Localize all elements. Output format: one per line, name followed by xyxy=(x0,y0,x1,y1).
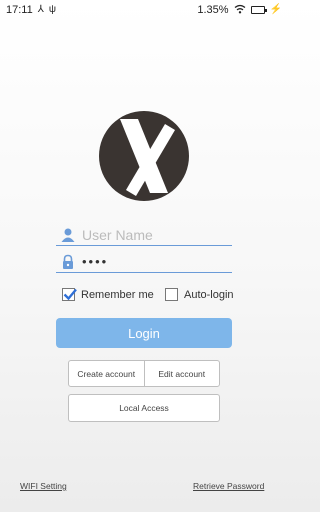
account-button-group: Create account Edit account xyxy=(68,360,220,387)
local-access-button[interactable]: Local Access xyxy=(68,394,220,422)
auto-login-checkbox[interactable]: Auto-login xyxy=(165,288,234,301)
auto-login-label: Auto-login xyxy=(184,288,234,301)
logo-x xyxy=(98,110,190,202)
password-input[interactable] xyxy=(82,254,222,269)
status-left: 17:11 ⅄ ψ xyxy=(6,4,56,16)
remember-label: Remember me xyxy=(81,288,154,301)
usb-icon: ψ xyxy=(48,4,56,15)
remember-checkbox-box[interactable] xyxy=(62,288,77,301)
status-bar: 17:11 ⅄ ψ 1.35% ⚡ xyxy=(0,0,288,20)
retrieve-password-link[interactable]: Retrieve Password xyxy=(193,481,264,491)
charging-icon: ⚡ xyxy=(269,4,282,15)
user-icon xyxy=(60,227,76,243)
username-input[interactable] xyxy=(82,226,222,243)
edit-account-button[interactable]: Edit account xyxy=(143,361,220,386)
auto-login-checkbox-box[interactable] xyxy=(165,288,178,301)
lock-icon xyxy=(60,254,76,270)
username-field[interactable] xyxy=(56,224,232,246)
wifi-setting-link[interactable]: WIFI Setting xyxy=(20,481,67,491)
status-right: 1.35% ⚡ xyxy=(197,4,282,17)
login-button[interactable]: Login xyxy=(56,318,232,348)
status-time: 17:11 xyxy=(6,4,33,16)
notification-icon: ⅄ xyxy=(37,4,44,15)
password-field[interactable] xyxy=(56,251,232,273)
remember-me-checkbox[interactable]: Remember me xyxy=(62,288,154,301)
checkmark-icon xyxy=(63,288,77,301)
create-account-button[interactable]: Create account xyxy=(69,361,144,386)
wifi-icon xyxy=(234,4,246,17)
battery-percent: 1.35% xyxy=(197,4,229,16)
battery-icon xyxy=(250,6,267,14)
